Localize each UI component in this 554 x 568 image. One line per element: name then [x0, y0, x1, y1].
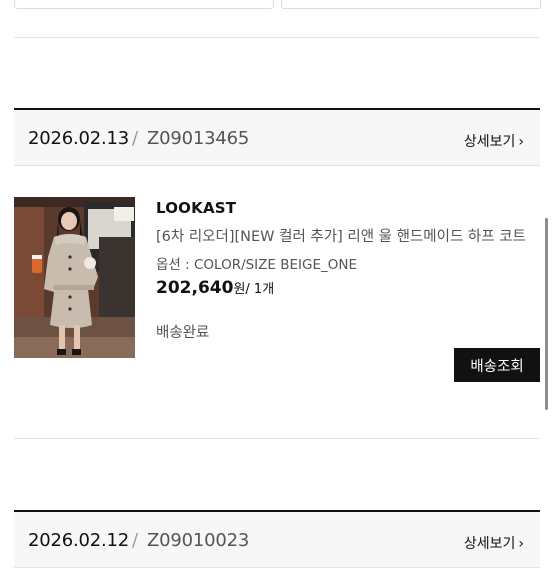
product-price-row: 202,640원/ 1개	[156, 278, 274, 298]
product-option: 옵션 : COLOR/SIZE BEIGE_ONE	[156, 257, 358, 273]
product-quantity: / 1개	[245, 282, 275, 297]
delivery-status: 배송완료	[156, 325, 210, 341]
order-date: 2026.02.13	[28, 128, 130, 149]
chevron-right-icon: ›	[518, 536, 524, 552]
track-delivery-button[interactable]: 배송조회	[454, 348, 540, 382]
order-separator: /	[132, 128, 139, 149]
price-currency: 원	[233, 282, 246, 297]
order-header: 2026.02.13 / Z09013465 상세보기 ›	[14, 108, 540, 166]
order-detail-label: 상세보기	[463, 536, 516, 552]
order-detail-label: 상세보기	[463, 134, 516, 150]
previous-order-button-left[interactable]	[14, 0, 274, 9]
order-detail-link[interactable]: 상세보기 ›	[464, 533, 524, 553]
scrollbar[interactable]	[545, 218, 548, 410]
chevron-right-icon: ›	[518, 134, 524, 150]
section-divider	[14, 438, 540, 439]
order-header: 2026.02.12 / Z09010023 상세보기 ›	[14, 510, 540, 568]
order-separator: /	[132, 530, 139, 551]
previous-order-button-right[interactable]	[281, 0, 541, 9]
product-name[interactable]: [6차 리오더][NEW 컬러 추가] 리앤 울 핸드메이드 하프 코트	[156, 225, 531, 246]
order-detail-link[interactable]: 상세보기 ›	[464, 131, 524, 151]
product-photo	[14, 197, 135, 358]
order-date: 2026.02.12	[28, 530, 130, 551]
order-number: Z09010023	[147, 530, 250, 551]
product-thumbnail[interactable]	[14, 197, 135, 358]
product-price: 202,640	[156, 278, 234, 298]
order-number: Z09013465	[147, 128, 250, 149]
section-divider	[14, 37, 540, 38]
product-brand[interactable]: LOOKAST	[156, 199, 236, 217]
